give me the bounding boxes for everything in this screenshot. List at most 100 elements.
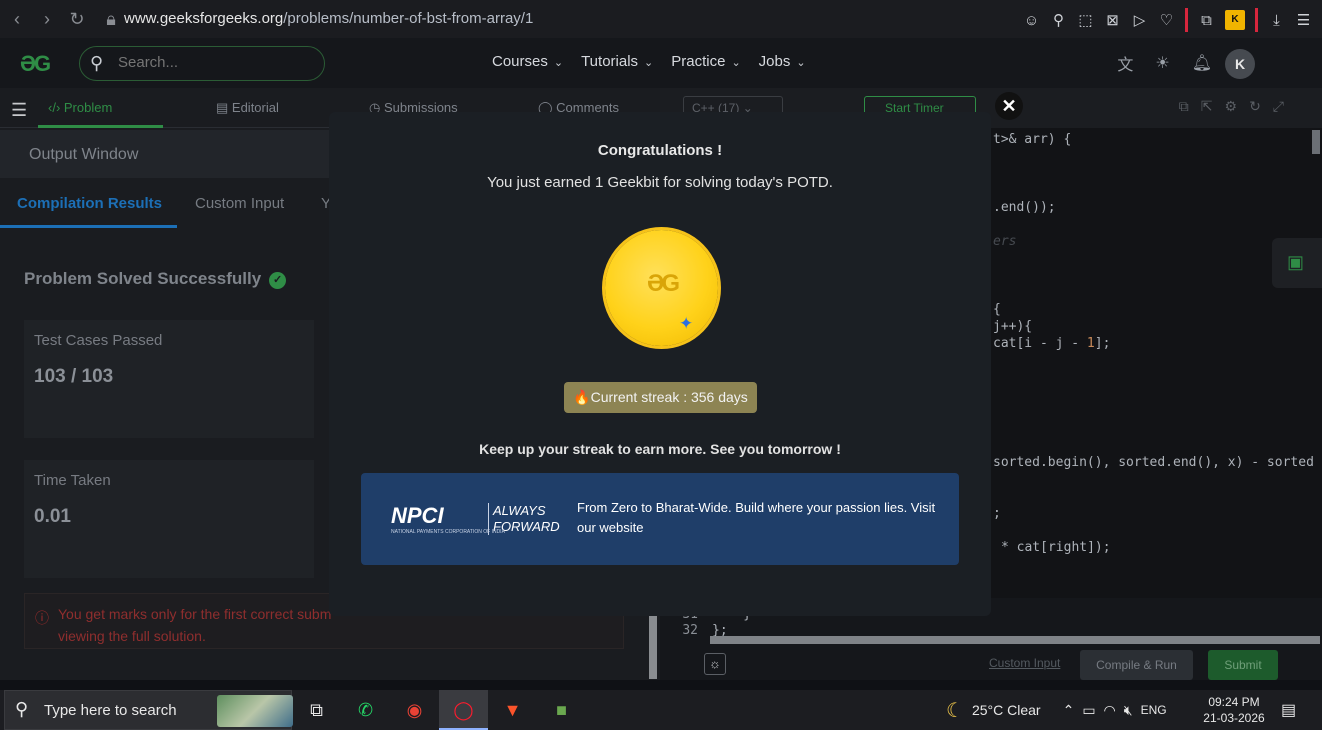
theme-toggle-icon[interactable]: ☀ [1155, 53, 1169, 73]
code-line: * cat[right]); [1001, 540, 1111, 555]
moon-weather-icon[interactable]: ☾ [946, 698, 964, 723]
active-tab-indicator [38, 125, 163, 128]
streak-badge: 🔥Current streak : 356 days [564, 382, 757, 413]
gfg-logo-icon[interactable]: ƏG [20, 51, 51, 77]
tab-editorial[interactable]: ▤ Editorial [216, 100, 279, 116]
chrome-icon[interactable]: ◉ [390, 690, 439, 730]
clock[interactable]: 09:24 PM 21-03-2026 [1198, 694, 1270, 726]
header-actions: 文 ☀ 🔔︎ [1117, 51, 1212, 75]
weather-text[interactable]: 25°C Clear [972, 702, 1041, 718]
close-icon[interactable]: ✕ [995, 92, 1023, 120]
emoji-icon[interactable]: ☺ [1023, 12, 1040, 29]
export-icon[interactable]: ⇱ [1201, 98, 1213, 115]
nav-courses[interactable]: Courses ⌄ [492, 53, 563, 70]
code-vertical-scrollbar[interactable] [1312, 130, 1320, 154]
battery-icon[interactable]: ▭ [1082, 702, 1095, 719]
brave-icon[interactable]: ▼ [488, 690, 537, 730]
nav-label: Courses [492, 53, 548, 70]
avatar[interactable]: K [1225, 49, 1255, 79]
address-bar[interactable]: www.geeksforgeeks.org/problems/number-of… [124, 10, 533, 27]
menu-icon[interactable]: ☰ [1295, 11, 1312, 29]
url-host: www.geeksforgeeks.org [124, 10, 284, 27]
time-taken-card: Time Taken 0.01 [24, 460, 314, 578]
taskbar-search[interactable]: ⚲ Type here to search [4, 690, 293, 730]
line-number: 32 [682, 623, 698, 638]
nav-label: Jobs [758, 53, 791, 70]
clock-date: 21-03-2026 [1203, 711, 1265, 725]
gfg-coin-logo-icon: ƏG [646, 270, 680, 297]
time-taken-label: Time Taken [34, 472, 111, 489]
tab-label: Problem [63, 100, 113, 115]
whatsapp-icon[interactable]: ✆ [341, 690, 390, 730]
search-box[interactable]: ⚲ [79, 46, 325, 81]
submit-button[interactable]: Submit [1208, 650, 1278, 680]
notifications-icon[interactable]: ▤ [1281, 700, 1296, 720]
search-input[interactable] [118, 54, 308, 71]
nav-practice[interactable]: Practice ⌄ [671, 53, 740, 70]
browser-toolbar: ‹ › ↻ 🔒︎ www.geeksforgeeks.org/problems/… [0, 0, 1322, 38]
code-comment: ers [993, 234, 1017, 249]
chevron-down-icon: ⌄ [553, 57, 564, 69]
code-line: { [993, 302, 1001, 317]
download-icon[interactable]: ⤓ [1268, 12, 1285, 29]
copy-icon[interactable]: ⧉ [1179, 98, 1189, 115]
code-line: ; [993, 506, 1001, 521]
screenshot-icon[interactable]: ⬚ [1077, 11, 1094, 29]
code-line: j++){ [993, 319, 1033, 334]
geekbit-coin-icon: ƏG ✦ [605, 230, 718, 346]
play-icon[interactable]: ▷ [1131, 11, 1148, 29]
wifi-icon[interactable]: ◠ [1104, 702, 1116, 719]
subtab-compilation-results[interactable]: Compilation Results [17, 195, 162, 212]
system-tray: ☾ 25°C Clear ⌃ ▭ ◠ 🔇︎ ENG [946, 690, 1167, 730]
solved-status: Problem Solved Successfully ✓ [24, 269, 287, 289]
opera-icon[interactable]: ◯ [439, 690, 488, 730]
nav-tutorials[interactable]: Tutorials ⌄ [581, 53, 653, 70]
settings-icon[interactable]: ⚙ [1225, 98, 1238, 115]
code-line: .end()); [993, 200, 1056, 215]
lock-icon[interactable]: 🔒︎ [98, 9, 124, 30]
check-icon: ✓ [269, 272, 287, 289]
back-icon[interactable]: ‹ [4, 9, 30, 30]
bulb-icon[interactable]: ☼ [704, 653, 726, 675]
tagline-line-1: ALWAYS [493, 503, 546, 518]
extension-badge[interactable]: K [1225, 10, 1245, 30]
subtab-custom-input[interactable]: Custom Input [195, 195, 284, 212]
speaker-muted-icon[interactable]: 🔇︎ [1124, 702, 1133, 719]
task-view-icon[interactable]: ⧉ [292, 690, 341, 730]
refresh-icon[interactable]: ↻ [1249, 98, 1261, 115]
clock-time: 09:24 PM [1208, 695, 1260, 709]
reload-icon[interactable]: ↻ [64, 9, 90, 30]
forward-icon[interactable]: › [34, 9, 60, 30]
editor-footer: ☼ Custom Input Compile & Run Submit [660, 648, 1322, 680]
minecraft-icon[interactable]: ■ [537, 690, 586, 730]
npci-banner[interactable]: NPCI ALWAYS FORWARD NATIONAL PAYMENTS COR… [361, 473, 959, 565]
npci-subtext: NATIONAL PAYMENTS CORPORATION OF INDIA [391, 529, 505, 535]
code-horizontal-scrollbar[interactable] [710, 636, 1320, 644]
congrats-modal: Congratulations ! You just earned 1 Geek… [329, 112, 991, 616]
time-taken-value: 0.01 [34, 506, 71, 527]
separator-bar-2 [1255, 8, 1258, 32]
compile-run-button[interactable]: Compile & Run [1080, 650, 1193, 680]
tab-problem[interactable]: ‹/› Problem [48, 100, 112, 115]
custom-input-link[interactable]: Custom Input [989, 656, 1060, 670]
taskbar: ⚲ Type here to search ⧉ ✆ ◉ ◯ ▼ ■ ☾ 25°C… [0, 690, 1322, 730]
fullscreen-icon[interactable]: ⤢ [1273, 98, 1284, 115]
code-number: 1 [1086, 336, 1095, 351]
nav-jobs[interactable]: Jobs ⌄ [759, 53, 806, 70]
taskbar-apps: ⧉ ✆ ◉ ◯ ▼ ■ [292, 690, 586, 730]
chat-button[interactable]: ▣ [1272, 238, 1322, 288]
extensions-icon[interactable]: ⧉ [1198, 12, 1215, 29]
search-icon: ⚲ [90, 53, 104, 73]
shield-icon[interactable]: ⊠ [1104, 11, 1121, 29]
editor-actions: ⧉ ⇱ ⚙ ↻ ⤢ [1179, 98, 1284, 115]
language-indicator[interactable]: ENG [1141, 703, 1167, 717]
code-line: t>& arr) { [993, 132, 1072, 147]
pin-icon[interactable]: ⚲ [1050, 11, 1067, 29]
bell-icon[interactable]: 🔔︎ [1192, 53, 1212, 73]
heart-icon[interactable]: ♡ [1158, 11, 1175, 29]
chevron-up-icon[interactable]: ⌃ [1063, 702, 1075, 719]
translate-icon[interactable]: 文 [1117, 51, 1133, 75]
output-window-title: Output Window [29, 146, 139, 163]
left-scrollbar[interactable] [649, 615, 657, 679]
hamburger-icon[interactable]: ☰ [11, 100, 27, 121]
